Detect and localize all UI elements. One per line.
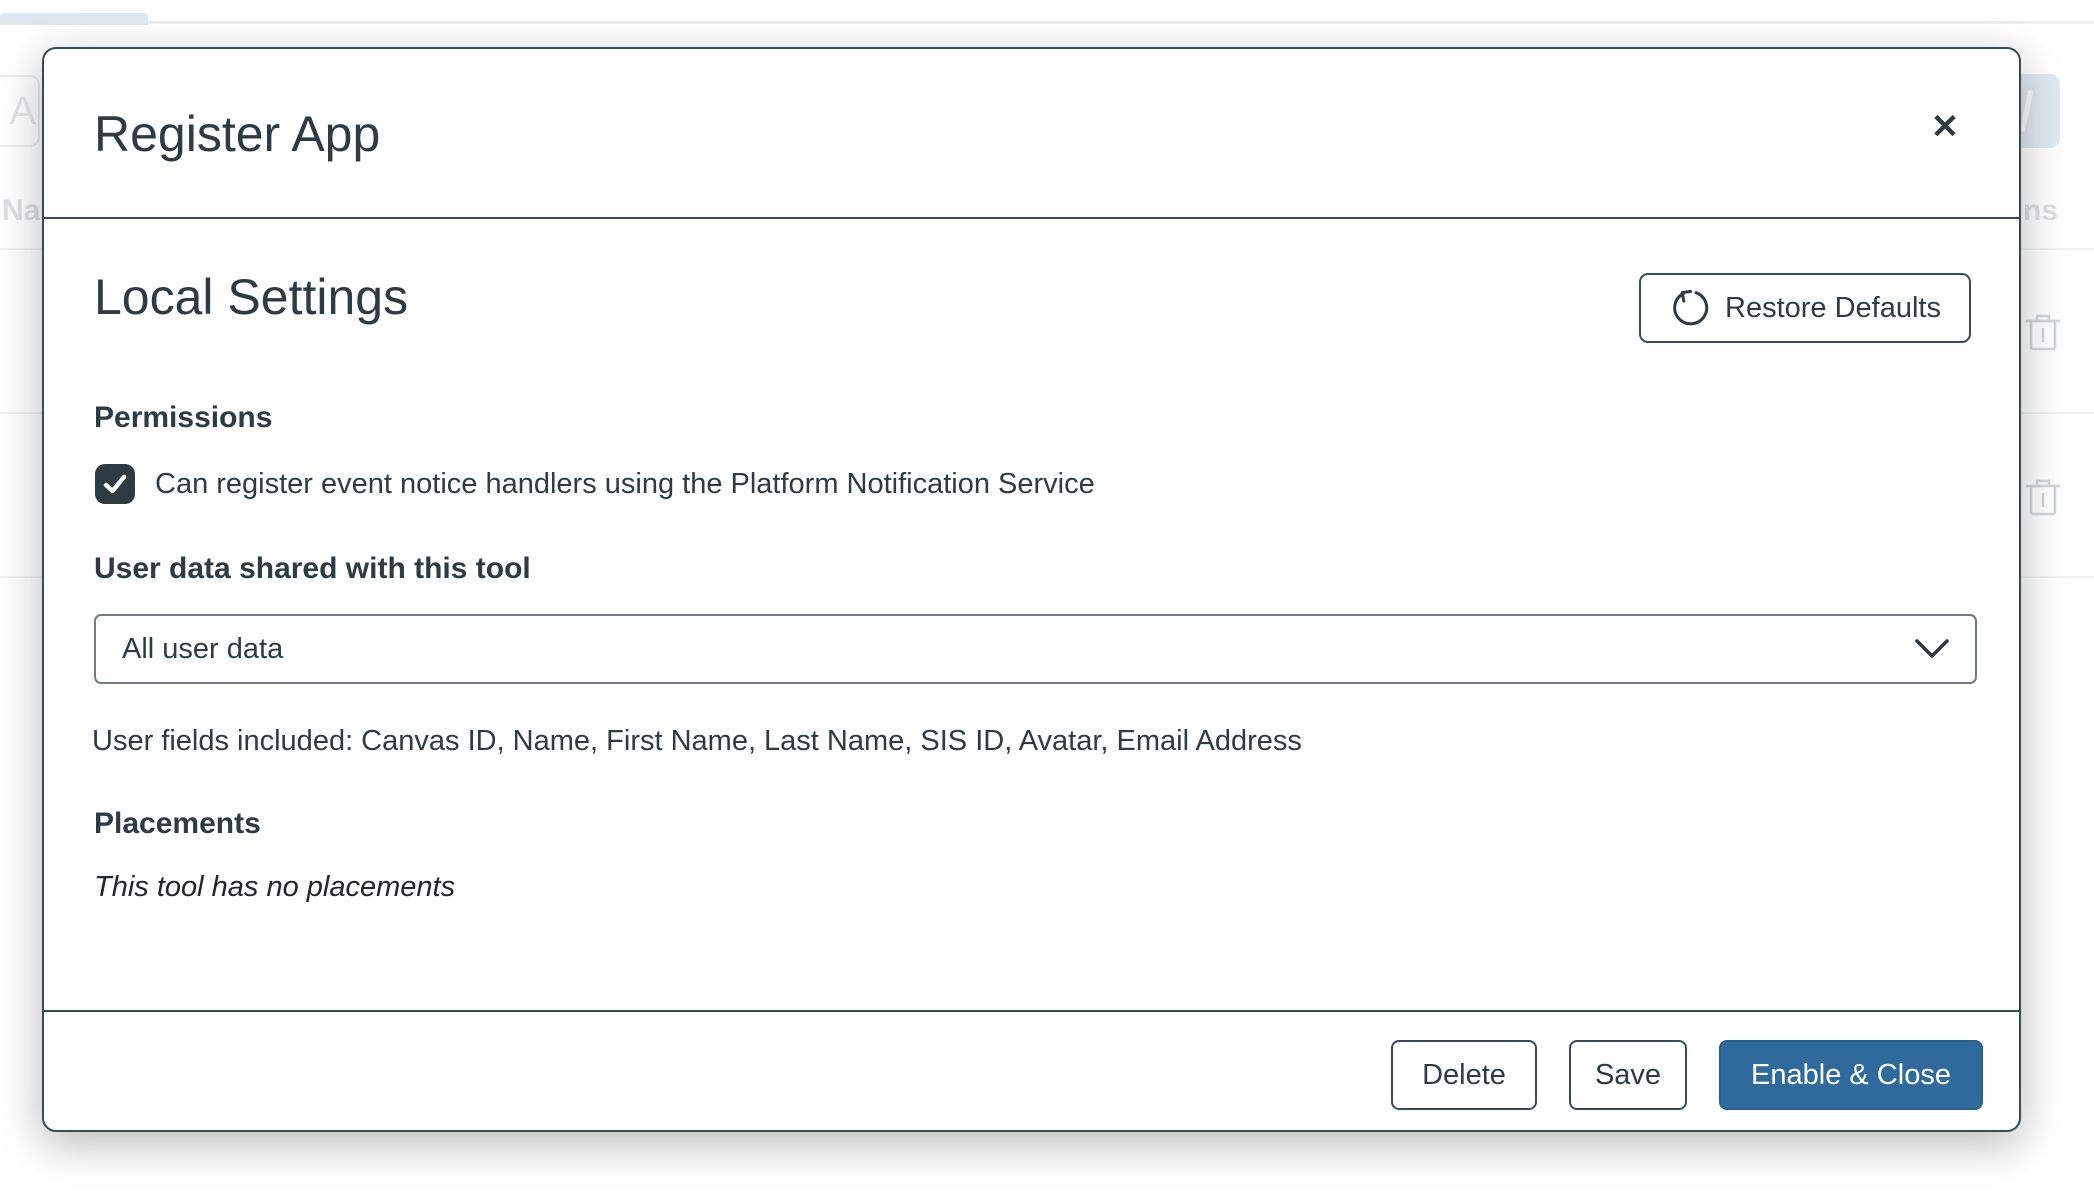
delete-button[interactable]: Delete bbox=[1391, 1040, 1537, 1110]
modal-header: Register App ✕ bbox=[44, 49, 2019, 219]
register-app-modal: Register App ✕ Local Settings Restore De… bbox=[42, 47, 2021, 1132]
permissions-checkbox-label: Can register event notice handlers using… bbox=[155, 468, 1095, 501]
enable-close-button[interactable]: Enable & Close bbox=[1719, 1040, 1983, 1110]
user-data-label: User data shared with this tool bbox=[94, 552, 531, 586]
placements-empty-text: This tool has no placements bbox=[94, 871, 455, 904]
footer-divider bbox=[44, 1010, 2019, 1012]
user-data-select[interactable]: All user data bbox=[94, 614, 1977, 684]
permissions-label: Permissions bbox=[94, 401, 272, 435]
reset-icon bbox=[1669, 288, 1709, 328]
user-fields-helper-text: User fields included: Canvas ID, Name, F… bbox=[92, 725, 1302, 758]
check-icon bbox=[102, 471, 128, 497]
user-data-select-value: All user data bbox=[96, 633, 283, 666]
permissions-checkbox[interactable] bbox=[95, 464, 135, 504]
permissions-checkbox-row: Can register event notice handlers using… bbox=[95, 462, 1095, 506]
close-button[interactable]: ✕ bbox=[1923, 105, 1967, 149]
close-icon: ✕ bbox=[1931, 107, 1960, 147]
modal-title: Register App bbox=[94, 105, 380, 163]
restore-defaults-button[interactable]: Restore Defaults bbox=[1639, 273, 1971, 343]
chevron-down-icon bbox=[1915, 639, 1949, 659]
footer-buttons: Delete Save Enable & Close bbox=[1391, 1040, 1983, 1110]
restore-defaults-label: Restore Defaults bbox=[1725, 292, 1941, 325]
local-settings-heading: Local Settings bbox=[94, 267, 408, 327]
placements-label: Placements bbox=[94, 807, 261, 841]
save-button[interactable]: Save bbox=[1569, 1040, 1687, 1110]
